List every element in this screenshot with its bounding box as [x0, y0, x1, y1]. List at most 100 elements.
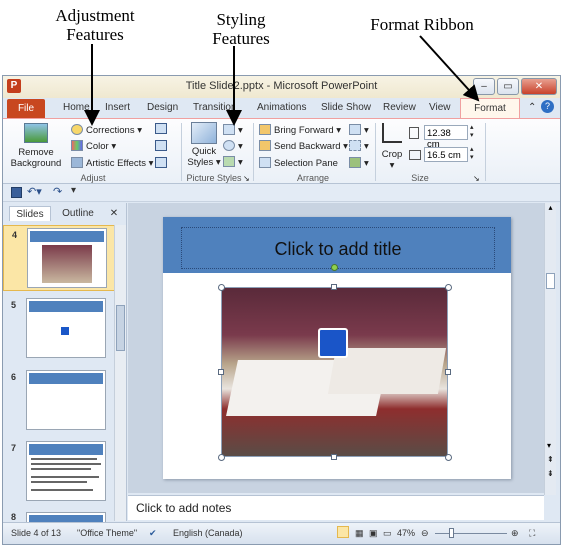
help-icon[interactable]: ? [541, 100, 554, 113]
title-placeholder[interactable]: Click to add title [181, 227, 495, 269]
redo-icon[interactable]: ↷ [53, 185, 62, 198]
crop-button[interactable]: Crop ▾ [379, 123, 405, 171]
slide-thumbnail[interactable]: 4 [3, 225, 115, 291]
resize-handle[interactable] [218, 454, 225, 461]
remove-background-label-1: Remove [18, 147, 54, 158]
language[interactable]: English (Canada) [173, 528, 243, 538]
slide-scrollbar[interactable]: ▴ ▾ ⇞ ⇟ [544, 203, 556, 495]
reset-picture-icon[interactable] [155, 157, 170, 169]
compress-pictures-icon[interactable] [155, 123, 170, 135]
slide-thumbnail[interactable]: 7 [3, 439, 115, 505]
group-icon[interactable]: ▾ [349, 140, 369, 152]
scroll-down-icon[interactable]: ▾ [547, 441, 551, 450]
scroll-up-icon[interactable]: ▴ [545, 203, 556, 212]
tab-outline[interactable]: Outline [55, 206, 101, 221]
resize-handle[interactable] [445, 369, 451, 375]
picture[interactable] [221, 287, 448, 457]
rotation-handle[interactable] [331, 264, 338, 271]
tab-view[interactable]: View [429, 102, 451, 113]
quick-styles-button[interactable]: Quick Styles ▾ [187, 122, 221, 168]
slide-number: 8 [11, 512, 17, 522]
picture-layout-icon[interactable]: ▾ [223, 156, 243, 168]
slide-sorter-icon[interactable]: ▦ [355, 528, 364, 539]
title-bar: P Title Slide2.pptx - Microsoft PowerPoi… [3, 76, 560, 98]
resize-handle[interactable] [445, 454, 452, 461]
tab-transitions[interactable]: Transitions [193, 102, 235, 113]
close-pane-button[interactable]: ✕ [107, 206, 121, 221]
minimize-button[interactable]: – [473, 78, 495, 95]
height-spinner-icon[interactable]: ▴ ▾ [470, 124, 474, 140]
previous-slide-icon[interactable]: ⇞ [547, 455, 554, 464]
customize-qat-icon[interactable]: ▾ [71, 185, 76, 196]
save-icon[interactable] [11, 187, 22, 198]
bring-forward-button[interactable]: Bring Forward ▾ [259, 124, 341, 136]
width-spinner-icon[interactable]: ▴ ▾ [470, 146, 474, 162]
undo-icon[interactable]: ↶▾ [27, 185, 42, 198]
tab-design[interactable]: Design [147, 102, 178, 113]
thumbnail-image [26, 512, 106, 522]
remove-background-button[interactable]: Remove Background [9, 123, 63, 169]
shape-height-field[interactable]: 12.38 cm [424, 125, 468, 150]
zoom-slider[interactable] [435, 533, 507, 534]
tab-review[interactable]: Review [383, 102, 416, 113]
maximize-button[interactable]: ▭ [497, 78, 519, 95]
slide-thumbnail[interactable]: 5 [3, 296, 115, 362]
artistic-effects-icon [71, 157, 83, 168]
resize-handle[interactable] [218, 369, 224, 375]
send-backward-button[interactable]: Send Backward ▾ [259, 140, 348, 152]
slide-show-icon[interactable]: ▭ [383, 528, 392, 539]
zoom-slider-thumb[interactable] [449, 528, 454, 538]
tab-home[interactable]: Home [63, 102, 90, 113]
selection-pane-label: Selection Pane [274, 158, 338, 169]
slide-thumbnail[interactable]: 6 [3, 368, 115, 434]
spellcheck-icon[interactable]: ✔ [149, 528, 157, 539]
slide-canvas[interactable]: Click to add title [163, 217, 511, 479]
normal-view-icon[interactable] [337, 526, 349, 538]
separator [181, 123, 182, 181]
artistic-effects-button[interactable]: Artistic Effects ▾ [71, 157, 153, 169]
scroll-thumb[interactable] [116, 305, 125, 351]
picture-border-icon[interactable]: ▾ [223, 124, 243, 136]
scroll-thumb[interactable] [546, 273, 555, 289]
tab-slide-show[interactable]: Slide Show [321, 102, 371, 113]
shape-width-field[interactable]: 16.5 cm [424, 147, 468, 162]
annotation-adjustment-line1: Adjustment [55, 6, 135, 25]
rotate-icon[interactable]: ▾ [349, 157, 369, 169]
annotation-styling-line1: Styling [216, 10, 266, 29]
align-icon[interactable]: ▾ [349, 124, 369, 136]
next-slide-icon[interactable]: ⇟ [547, 469, 554, 478]
resize-handle[interactable] [331, 284, 337, 290]
zoom-in-icon[interactable]: ⊕ [511, 528, 519, 539]
picture-effects-icon[interactable]: ▾ [223, 140, 243, 152]
selection-pane-button[interactable]: Selection Pane [259, 157, 338, 169]
color-button[interactable]: Color ▾ [71, 140, 116, 152]
tab-file[interactable]: File [7, 99, 45, 118]
resize-handle[interactable] [445, 284, 452, 291]
tab-slides[interactable]: Slides [9, 206, 51, 221]
zoom-out-icon[interactable]: ⊖ [421, 528, 429, 539]
tab-animations[interactable]: Animations [257, 102, 306, 113]
size-launcher-icon[interactable]: ↘ [473, 174, 480, 183]
tab-format[interactable]: Format [460, 98, 520, 119]
remove-background-icon [24, 123, 48, 143]
shape-height-icon [409, 127, 419, 139]
reading-view-icon[interactable]: ▣ [369, 528, 378, 539]
annotation-styling: Styling Features [196, 10, 286, 48]
resize-handle[interactable] [331, 454, 337, 460]
notes-pane[interactable]: Click to add notes [128, 495, 544, 520]
slides-pane: Slides Outline ✕ 4 5 6 7 8 [3, 203, 127, 522]
close-button[interactable]: ✕ [521, 78, 557, 95]
change-picture-icon[interactable] [155, 140, 170, 152]
picture-styles-launcher-icon[interactable]: ↘ [243, 174, 250, 183]
bring-forward-label: Bring Forward ▾ [274, 125, 342, 136]
annotation-format-ribbon: Format Ribbon [370, 15, 474, 34]
zoom-level[interactable]: 47% [397, 528, 415, 538]
tab-insert[interactable]: Insert [105, 102, 130, 113]
slide-thumbnail[interactable]: 8 [3, 510, 115, 522]
separator [253, 123, 254, 181]
slides-pane-scrollbar[interactable] [114, 225, 126, 521]
corrections-button[interactable]: Corrections ▾ [71, 124, 142, 136]
minimize-ribbon-icon[interactable]: ⌃ [528, 102, 536, 113]
fit-to-window-icon[interactable]: ⛶ [529, 528, 535, 539]
resize-handle[interactable] [218, 284, 225, 291]
